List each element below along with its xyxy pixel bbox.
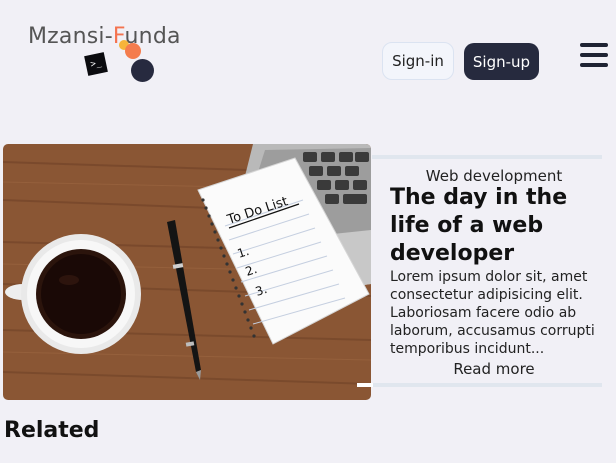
sign-in-button[interactable]: Sign-in (382, 42, 454, 80)
article-category[interactable]: Web development (372, 167, 616, 185)
menu-bar (580, 63, 608, 67)
card-divider-top (372, 155, 602, 159)
logo-wordmark: Mzansi-Funda (28, 24, 181, 49)
logo-text-before: Mzansi- (28, 24, 113, 49)
terminal-icon: >_ (84, 52, 108, 76)
article-title[interactable]: The day in the life of a web developer (390, 184, 610, 268)
todo-desk-photo: To Do List 1. 2. 3. (3, 144, 371, 400)
hamburger-menu-icon[interactable] (580, 41, 608, 69)
site-logo[interactable]: Mzansi-Funda >_ (28, 24, 198, 86)
card-divider-bottom (372, 383, 602, 387)
menu-bar (580, 53, 608, 57)
menu-bar (580, 43, 608, 47)
featured-article-image[interactable]: To Do List 1. 2. 3. (3, 144, 371, 400)
logo-dot-coral (125, 43, 141, 59)
article-excerpt: Lorem ipsum dolor sit, amet consectetur … (390, 269, 595, 357)
related-heading: Related (4, 418, 100, 443)
read-more-link[interactable]: Read more (372, 360, 616, 378)
card-divider-accent (357, 383, 373, 387)
sign-up-button[interactable]: Sign-up (464, 43, 539, 80)
logo-dot-navy (131, 59, 154, 82)
